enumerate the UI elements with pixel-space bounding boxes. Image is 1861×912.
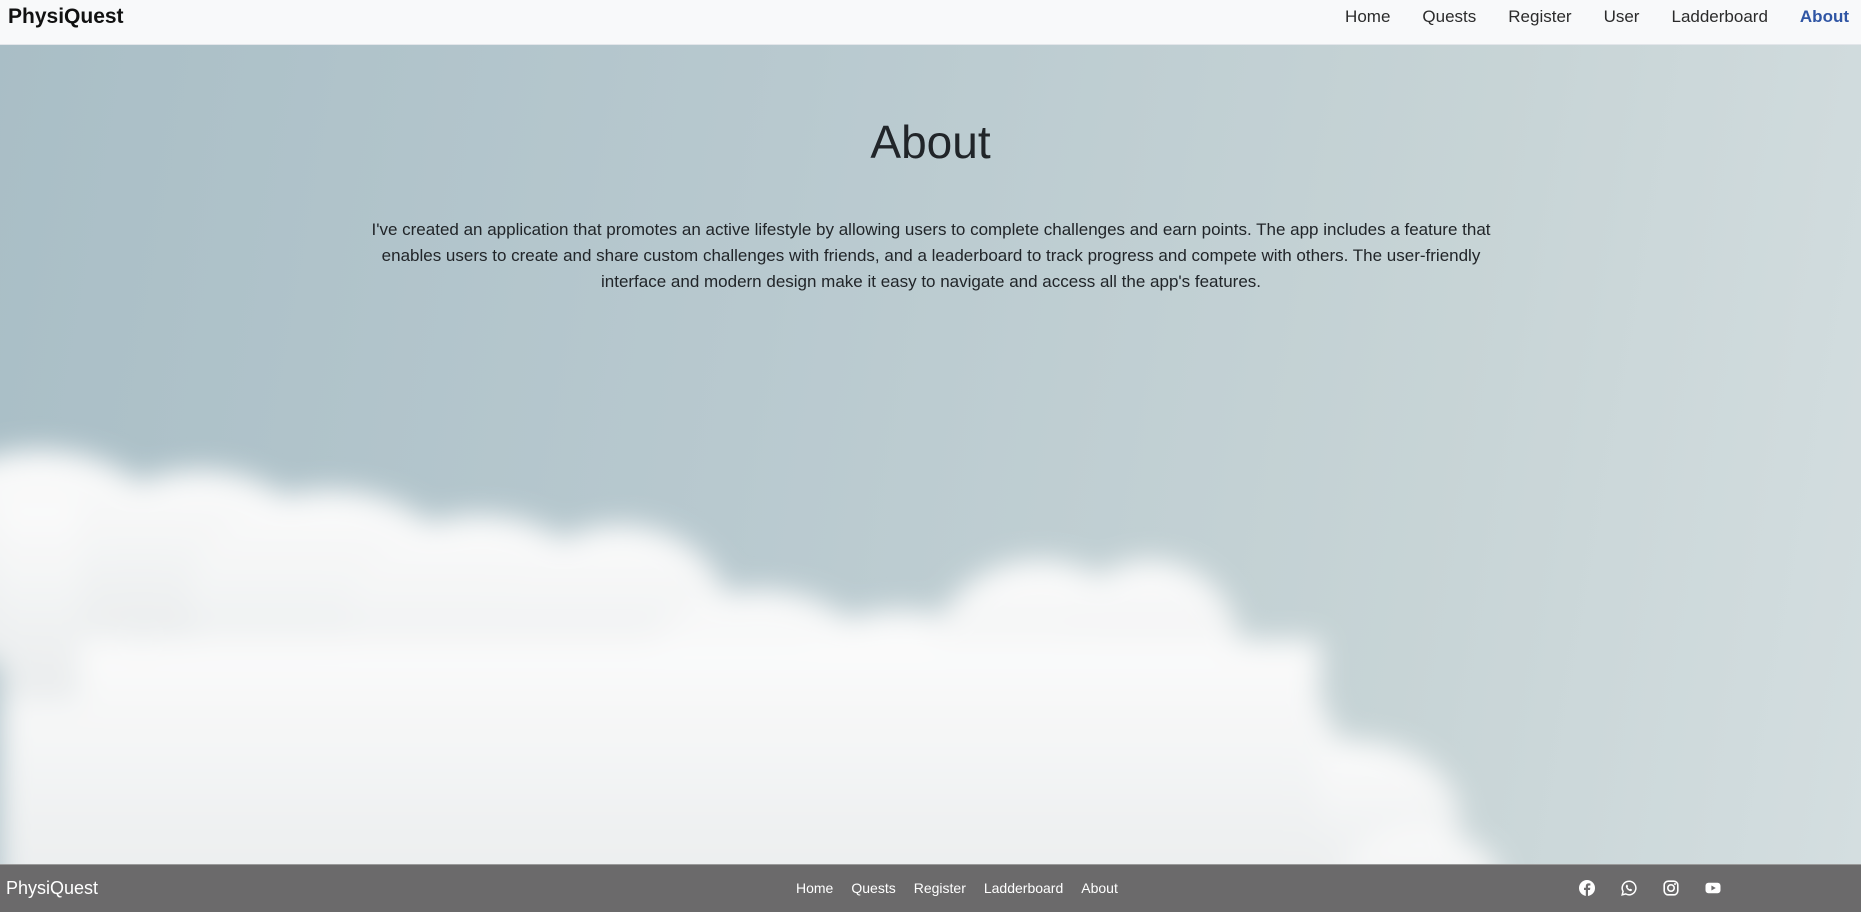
whatsapp-icon[interactable]: [1621, 880, 1637, 896]
footer: PhysiQuest Home Quests Register Ladderbo…: [0, 864, 1861, 912]
page-title: About: [870, 116, 991, 168]
footer-link-home[interactable]: Home: [796, 879, 833, 897]
instagram-icon[interactable]: [1663, 880, 1679, 896]
nav-link-about[interactable]: About: [1800, 6, 1849, 28]
nav-link-ladderboard[interactable]: Ladderboard: [1671, 6, 1767, 28]
footer-links: Home Quests Register Ladderboard About: [796, 879, 1136, 897]
top-navbar: PhysiQuest Home Quests Register User Lad…: [0, 0, 1861, 45]
navbar-links: Home Quests Register User Ladderboard Ab…: [1345, 0, 1861, 45]
facebook-icon[interactable]: [1579, 880, 1595, 896]
footer-link-about[interactable]: About: [1081, 879, 1118, 897]
social-links: [1579, 880, 1747, 896]
about-page: PhysiQuest Home Quests Register User Lad…: [0, 0, 1861, 912]
footer-link-register[interactable]: Register: [914, 879, 966, 897]
nav-link-user[interactable]: User: [1604, 6, 1640, 28]
footer-brand[interactable]: PhysiQuest: [6, 877, 98, 899]
footer-link-quests[interactable]: Quests: [851, 879, 895, 897]
nav-link-home[interactable]: Home: [1345, 6, 1390, 28]
about-description: I've created an application that promote…: [371, 220, 1491, 291]
youtube-icon[interactable]: [1705, 880, 1721, 896]
footer-link-ladderboard[interactable]: Ladderboard: [984, 879, 1063, 897]
navbar-brand[interactable]: PhysiQuest: [8, 5, 124, 29]
nav-link-register[interactable]: Register: [1508, 6, 1571, 28]
nav-link-quests[interactable]: Quests: [1422, 6, 1476, 28]
